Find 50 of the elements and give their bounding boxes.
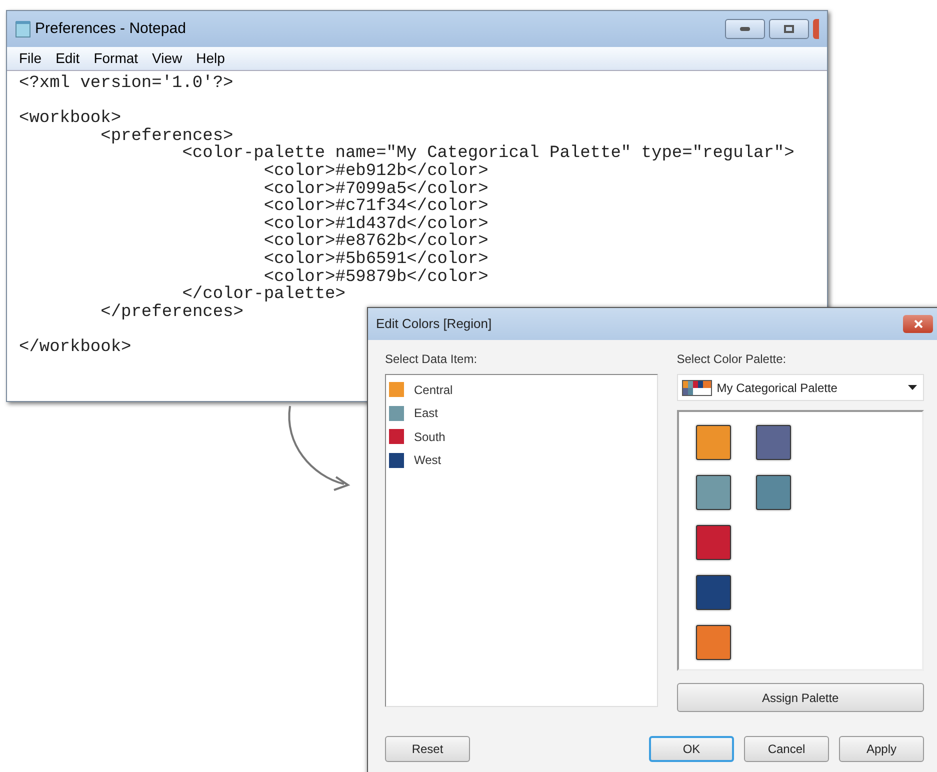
palette-swatch[interactable] [696, 475, 731, 510]
data-item[interactable]: Central [414, 380, 453, 399]
dialog-button[interactable]: Reset [385, 736, 470, 762]
window-title: Preferences - Notepad [35, 18, 186, 39]
palette-swatch[interactable] [696, 625, 731, 660]
code-line: <?xml version='1.0'?> [19, 75, 234, 93]
code-line: <color>#59879b</color> [264, 268, 488, 286]
code-line: </color-palette> [182, 286, 346, 304]
dialog-title: Edit Colors [Region] [376, 315, 492, 334]
palette-dropdown[interactable]: My Categorical Palette [676, 374, 924, 401]
code-line: <color>#e8762b</color> [262, 233, 488, 251]
data-item[interactable]: East [414, 404, 438, 422]
dialog-button[interactable]: Apply [839, 736, 924, 762]
code-line: <color>#7099a5</color> [262, 180, 488, 198]
code-line: <color-palette name="My Categorical Palette" type="regular"> [181, 145, 794, 163]
code-line: <color>#c71f34</color> [262, 198, 488, 216]
palette-icon [682, 380, 712, 396]
code-line: </preferences> [100, 304, 244, 322]
data-item-label: Select Data Item: [385, 351, 478, 368]
notepad-icon [15, 20, 31, 38]
code-line: <color>#eb912b</color> [262, 162, 488, 181]
menu-item[interactable]: View [152, 48, 182, 69]
code-line: </workbook> [19, 338, 132, 356]
close-button[interactable] [903, 315, 933, 333]
palette-swatch[interactable] [696, 525, 731, 560]
data-item-list[interactable]: Central East South West [385, 374, 658, 707]
code-line: <preferences> [100, 128, 234, 146]
data-item[interactable]: South [414, 428, 446, 446]
code-line: <color>#1d437d</color> [262, 216, 488, 234]
assign-palette-button[interactable]: Assign Palette [676, 683, 924, 712]
minimize-button[interactable] [725, 19, 765, 39]
palette-swatch[interactable] [756, 425, 791, 460]
menu-item[interactable]: Format [94, 48, 138, 69]
data-item[interactable]: West [414, 451, 442, 470]
palette-swatch[interactable] [696, 425, 731, 460]
dialog-button[interactable]: OK [649, 736, 734, 762]
close-button[interactable] [813, 19, 819, 39]
caret-icon [908, 385, 917, 390]
maximize-button[interactable] [769, 19, 809, 39]
code-line: <color>#5b6591</color> [262, 250, 488, 269]
palette-swatch[interactable] [756, 475, 791, 510]
palette-swatch[interactable] [696, 575, 731, 610]
menu-item[interactable]: Edit [56, 48, 80, 69]
palette-label: Select Color Palette: [676, 351, 788, 368]
menu-item[interactable]: File [19, 48, 42, 69]
close-icon [914, 320, 922, 328]
dialog-button[interactable]: Cancel [744, 736, 829, 762]
menu-item[interactable]: Help [196, 48, 225, 69]
dropdown-value: My Categorical Palette [716, 380, 838, 396]
code-line: <workbook> [19, 110, 122, 128]
